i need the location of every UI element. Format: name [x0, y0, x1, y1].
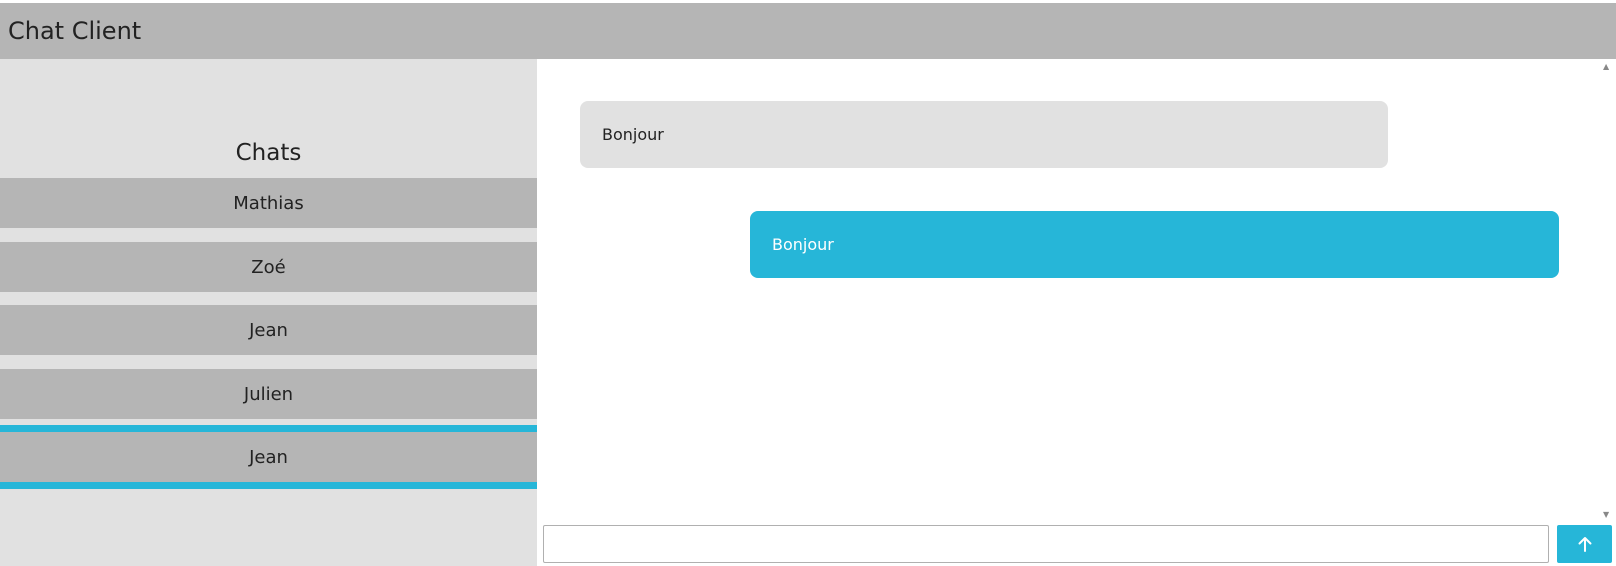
chat-item-label: Jean [249, 446, 288, 468]
chat-item-label: Mathias [233, 192, 304, 214]
app-header: Chat Client [0, 3, 1616, 59]
chat-item-label: Jean [249, 319, 288, 341]
chat-sidebar: Chats Mathias Zoé Jean Julien Jean [0, 59, 537, 566]
conversation-scrollbar[interactable]: ▲ ▼ [1599, 59, 1616, 522]
message-sent: Bonjour [750, 211, 1559, 278]
chat-item-label: Zoé [251, 256, 286, 278]
chat-item-julien[interactable]: Julien [0, 369, 537, 419]
chat-item-mathias[interactable]: Mathias [0, 178, 537, 228]
chat-item-zoe[interactable]: Zoé [0, 242, 537, 292]
message-received: Bonjour [580, 101, 1388, 168]
chat-app: Chat Client Chats Mathias Zoé Jean Julie… [0, 0, 1616, 566]
conversation-panel: Bonjour Bonjour [537, 59, 1616, 566]
send-button[interactable] [1557, 525, 1612, 563]
app-title: Chat Client [8, 17, 142, 45]
message-input[interactable] [543, 525, 1549, 563]
scroll-up-icon[interactable]: ▲ [1603, 63, 1609, 71]
chat-item-jean-active[interactable]: Jean [0, 425, 537, 489]
message-text: Bonjour [772, 235, 834, 254]
chat-item-jean[interactable]: Jean [0, 305, 537, 355]
sidebar-title: Chats [235, 140, 302, 166]
message-text: Bonjour [602, 125, 664, 144]
scroll-down-icon[interactable]: ▼ [1603, 511, 1609, 519]
chat-item-label: Julien [243, 383, 294, 405]
arrow-up-icon [1578, 537, 1591, 552]
